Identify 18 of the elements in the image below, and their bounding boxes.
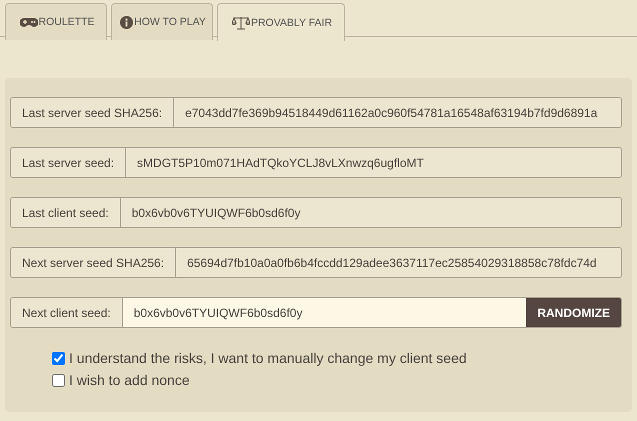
scales-icon [232, 16, 250, 30]
field-label: Last client seed: [11, 198, 121, 227]
tab[interactable]: PROVABLY FAIR [217, 3, 345, 41]
info-icon [120, 16, 134, 28]
checkbox[interactable] [52, 374, 65, 386]
checkbox[interactable] [52, 352, 65, 364]
gamepad-icon [20, 16, 38, 28]
tab[interactable]: ROULETTE [5, 3, 107, 40]
seed-value: e7043dd7fe369b94518449d61162a0c960f54781a16548af63194b7fd9d6891a [184, 104, 598, 122]
field-label: Last server seed SHA256: [11, 98, 174, 127]
seed-value: 65694d7fb10a0a0fb6b4fccdd129adee3637117ec25854029318858c78fdc74d [186, 254, 598, 272]
checkbox-label: I understand the risks, I want to manually change my client seed [69, 350, 467, 366]
checkbox-label: I wish to add nonce [69, 372, 190, 388]
seed-value: b0x6vb0v6TYUIQWF6b0sd6f0y [130, 204, 302, 222]
field-label: Last server seed: [11, 148, 126, 177]
tab[interactable]: HOW TO PLAY [111, 3, 213, 40]
seed-value: sMDGT5P10m071HAdTQkoYCLJ8vLXnwzq6ugfloMT [136, 154, 425, 172]
field-label: Next server seed SHA256: [11, 248, 176, 277]
